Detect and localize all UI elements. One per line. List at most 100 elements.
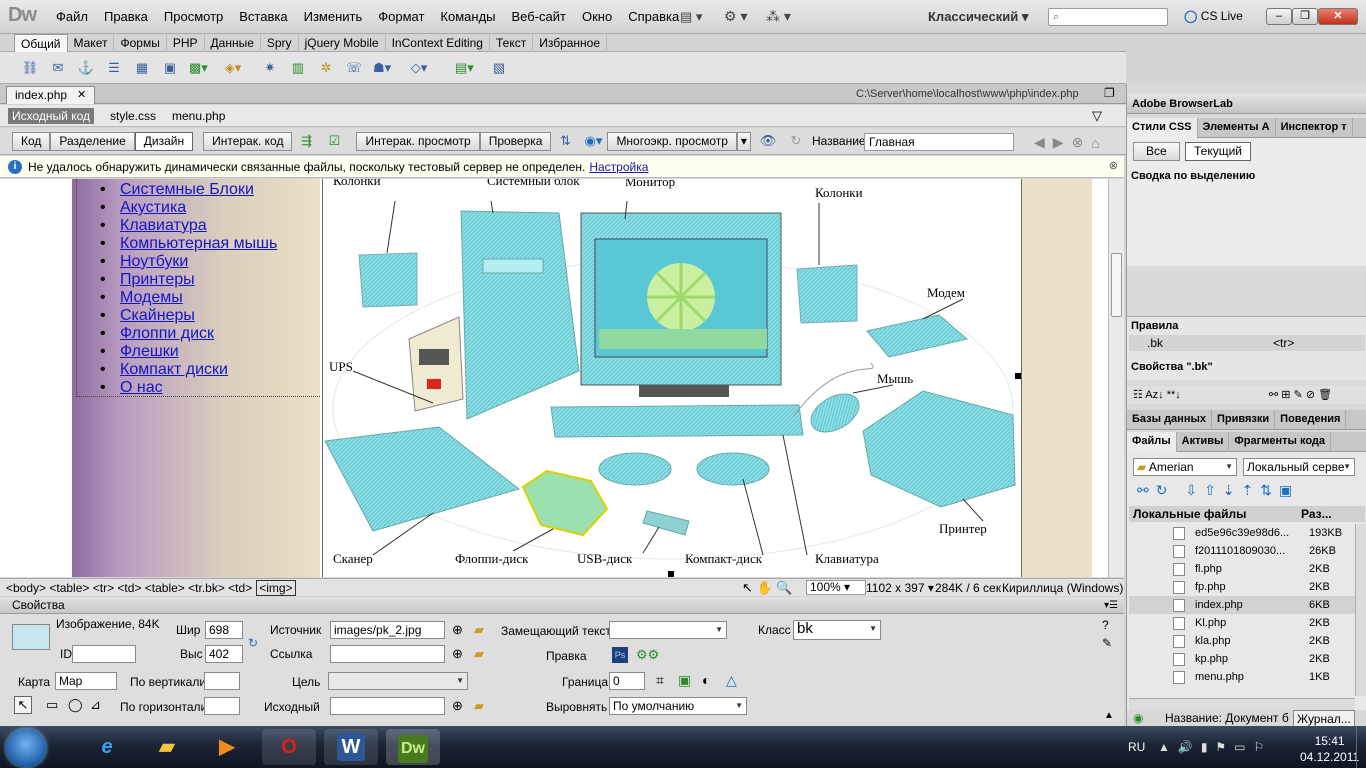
files-hscroll[interactable]	[1129, 698, 1355, 710]
help-search-input[interactable]: ⌕	[1048, 8, 1168, 26]
link-folder-icon[interactable]: ▰	[474, 646, 484, 662]
filter-icon[interactable]: ▽	[1092, 108, 1102, 124]
nav-link-keyboard[interactable]: Клавиатура	[100, 217, 277, 235]
file-transfer-icon[interactable]: ⇅	[556, 132, 574, 150]
home-icon[interactable]: ⌂	[1091, 135, 1099, 151]
map-input[interactable]: Map	[55, 672, 117, 690]
insert-tab-incontext[interactable]: InContext Editing	[386, 33, 490, 52]
related-source-code[interactable]: Исходный код	[8, 107, 94, 124]
close-info-icon[interactable]: ⊗	[1109, 159, 1118, 172]
nav-link-floppy[interactable]: Флоппи диск	[100, 325, 277, 343]
insert-tab-data[interactable]: Данные	[205, 33, 261, 52]
menu-view[interactable]: Просмотр	[156, 9, 231, 24]
menu-modify[interactable]: Изменить	[296, 9, 371, 24]
tab-bindings[interactable]: Привязки	[1212, 410, 1276, 430]
visual-aids-icon[interactable]: 👁	[759, 132, 777, 150]
page-title-input[interactable]: Главная	[864, 133, 1014, 151]
tab-files[interactable]: Файлы	[1127, 432, 1177, 452]
nav-link-mouse[interactable]: Компьютерная мышь	[100, 235, 277, 253]
ie-taskbar-icon[interactable]: e	[80, 729, 134, 765]
rule-row[interactable]: .bk <tr>	[1129, 335, 1365, 351]
file-row[interactable]: fl.php 2KB	[1129, 560, 1357, 578]
files-size-column[interactable]: Раз...	[1301, 506, 1332, 522]
table-icon[interactable]: ▦	[133, 59, 151, 77]
opera-taskbar-icon[interactable]: O	[262, 729, 316, 765]
align-select[interactable]: По умолчанию	[609, 697, 747, 715]
class-select[interactable]: bk	[793, 620, 881, 640]
brightness-icon[interactable]: ◐	[702, 672, 710, 688]
refresh-icon[interactable]: ↻	[787, 132, 805, 150]
email-link-icon[interactable]: ✉	[49, 59, 67, 77]
close-tab-icon[interactable]: ✕	[77, 87, 86, 104]
files-vscroll[interactable]	[1355, 524, 1366, 696]
widget-icon[interactable]: ✲	[317, 59, 335, 77]
nav-link-flash[interactable]: Флешки	[100, 343, 277, 361]
help-icon[interactable]: ?	[1102, 618, 1109, 632]
file-row[interactable]: menu.php 1KB	[1129, 668, 1357, 686]
language-indicator[interactable]: RU	[1128, 740, 1145, 754]
split-view-button[interactable]: Разделение	[50, 131, 135, 151]
gear-icon[interactable]: ⚙ ▾	[724, 8, 747, 25]
view-select[interactable]: Локальный серве	[1243, 458, 1355, 476]
tab-css-styles[interactable]: Стили CSS	[1127, 118, 1198, 138]
rect-hotspot-icon[interactable]: ▭	[46, 697, 58, 713]
site-select[interactable]: ▰ Amerian	[1133, 458, 1237, 476]
start-button[interactable]	[6, 729, 46, 767]
reset-size-icon[interactable]: ↻	[248, 636, 258, 650]
vspace-input[interactable]	[204, 672, 240, 690]
insert-tab-forms[interactable]: Формы	[114, 33, 167, 52]
anchor-icon[interactable]: ⚓	[77, 59, 95, 77]
menu-commands[interactable]: Команды	[432, 9, 503, 24]
word-taskbar-icon[interactable]: W	[324, 729, 378, 765]
inspect-icon[interactable]: ⇶	[297, 132, 315, 150]
setup-link[interactable]: Настройка	[589, 160, 648, 174]
menu-file[interactable]: Файл	[48, 9, 96, 24]
workspace-switcher[interactable]: Классический ▾	[928, 9, 1028, 25]
related-menu-php[interactable]: menu.php	[172, 109, 225, 123]
script-icon[interactable]: ◇▾	[410, 59, 428, 77]
tag-selector[interactable]: <body> <table> <tr> <td> <table> <tr.bk>…	[6, 581, 252, 595]
media-icon[interactable]: ◈▾	[224, 59, 242, 77]
tab-databases[interactable]: Базы данных	[1127, 410, 1212, 430]
files-name-column[interactable]: Локальные файлы	[1133, 506, 1246, 522]
hyperlink-icon[interactable]: ⛓	[21, 59, 39, 77]
nav-link-scanners[interactable]: Скайнеры	[100, 307, 277, 325]
current-mode-button[interactable]: Текущий	[1185, 142, 1251, 161]
insert-tab-jquery-mobile[interactable]: jQuery Mobile	[299, 33, 386, 52]
insert-tab-text[interactable]: Текст	[490, 33, 534, 52]
height-input[interactable]: 402	[205, 645, 243, 663]
nav-link-laptops[interactable]: Ноутбуки	[100, 253, 277, 271]
explorer-taskbar-icon[interactable]: ▰	[140, 729, 194, 765]
insert-tab-layout[interactable]: Макет	[68, 33, 115, 52]
validate-icon[interactable]: ☑	[325, 132, 343, 150]
insert-tab-favorites[interactable]: Избранное	[533, 33, 608, 52]
live-code-button[interactable]: Интерак. код	[203, 131, 293, 151]
close-window-button[interactable]: ✕	[1318, 8, 1358, 25]
polygon-hotspot-icon[interactable]: ⊿	[90, 697, 101, 713]
file-row[interactable]: fp.php 2KB	[1129, 578, 1357, 596]
border-input[interactable]: 0	[609, 672, 645, 690]
menu-site[interactable]: Веб-сайт	[504, 9, 574, 24]
multiscreen-dropdown[interactable]: ▾	[736, 131, 751, 151]
files-toolbar[interactable]: ⚯↻ ⇩⇧⇣⇡⇅▣	[1137, 482, 1299, 499]
nav-link-printers[interactable]: Принтеры	[100, 271, 277, 289]
tray-clock[interactable]: 15:41 04.12.2011	[1300, 734, 1359, 764]
horizontal-rule-icon[interactable]: ☰	[105, 59, 123, 77]
nav-link-acoustics[interactable]: Акустика	[100, 199, 277, 217]
nav-link-system-units[interactable]: Системные Блоки	[100, 181, 277, 199]
menu-help[interactable]: Справка	[620, 9, 687, 24]
quick-tag-icon[interactable]: ✎	[1102, 636, 1112, 650]
link-input[interactable]	[330, 645, 445, 663]
restore-doc-icon[interactable]: ❐	[1104, 86, 1115, 100]
scroll-thumb[interactable]	[1111, 253, 1122, 317]
site-icon[interactable]: ⁂ ▾	[766, 8, 791, 25]
hspace-input[interactable]	[204, 697, 240, 715]
tray-icons[interactable]: ▲🔊▮⚑▭⚐	[1158, 740, 1272, 754]
dreamweaver-taskbar-icon[interactable]: Dw	[386, 729, 440, 765]
all-mode-button[interactable]: Все	[1133, 142, 1180, 161]
code-view-button[interactable]: Код	[12, 131, 51, 151]
file-row[interactable]: kp.php 2KB	[1129, 650, 1357, 668]
file-row[interactable]: kla.php 2KB	[1129, 632, 1357, 650]
templates-icon[interactable]: ▤▾	[455, 59, 474, 77]
related-style-css[interactable]: style.css	[110, 109, 156, 123]
